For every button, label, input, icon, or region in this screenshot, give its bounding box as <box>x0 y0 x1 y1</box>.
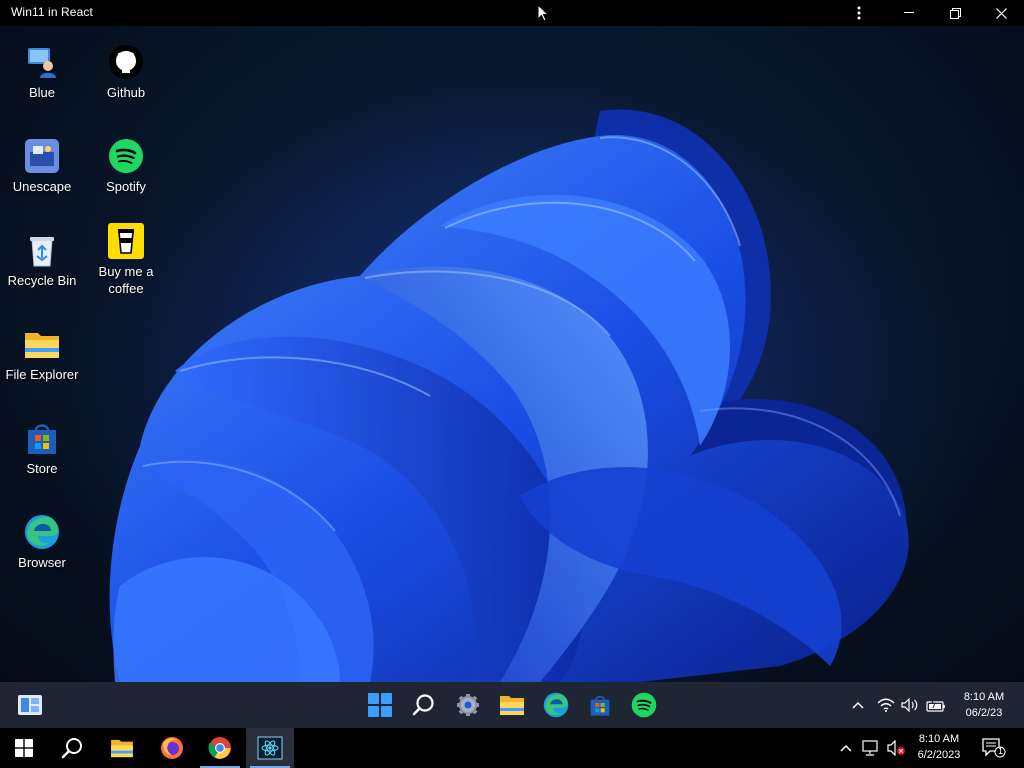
spotify-icon <box>631 692 657 718</box>
desktop-icon-label: File Explorer <box>5 367 79 382</box>
store-icon <box>590 695 610 716</box>
w10-react-app-button[interactable] <box>246 728 294 768</box>
more-options-icon[interactable] <box>836 0 882 26</box>
app-title-bar: Win11 in React <box>0 0 1024 26</box>
desktop-icon-label: Browser <box>18 555 66 570</box>
w10-time: 8:10 AM <box>918 733 960 745</box>
store-icon <box>28 424 56 454</box>
wifi-icon <box>877 698 895 712</box>
desktop-icon-label: Buy me a <box>98 264 154 279</box>
w11-volume-button[interactable] <box>898 691 922 719</box>
w10-date: 6/2/2023 <box>917 749 961 761</box>
chevron-up-icon <box>840 744 852 752</box>
w11-search-button[interactable] <box>410 691 438 719</box>
w10-notifications-button[interactable]: 1 <box>972 728 1016 768</box>
search-icon <box>412 694 434 716</box>
mouse-cursor-icon <box>537 4 549 22</box>
volume-icon <box>901 698 918 712</box>
minimize-button[interactable] <box>886 0 932 26</box>
desktop-icon-spotify[interactable]: Spotify <box>84 138 168 195</box>
w11-store-button[interactable] <box>586 691 614 719</box>
w10-clock[interactable]: 8:10 AM 6/2/2023 <box>910 731 968 763</box>
react-app-icon <box>257 736 283 760</box>
w11-tray-overflow-button[interactable] <box>846 691 870 719</box>
volume-muted-icon <box>887 740 905 756</box>
desktop-icon-label-line2: coffee <box>108 281 144 296</box>
w11-time: 8:10 AM <box>963 691 1005 703</box>
widgets-button[interactable] <box>16 691 44 719</box>
desktop-icon-blue[interactable]: Blue <box>0 44 84 101</box>
chrome-icon <box>208 737 231 759</box>
start-icon <box>368 693 392 717</box>
recycle-bin-icon <box>30 237 54 267</box>
blue-user-icon <box>28 48 56 78</box>
w10-network-button[interactable] <box>858 728 884 768</box>
w11-spotify-button[interactable] <box>630 691 658 719</box>
widgets-icon <box>18 695 42 715</box>
w11-settings-button[interactable] <box>454 691 482 719</box>
folder-icon <box>25 333 59 358</box>
w10-search-button[interactable] <box>48 728 96 768</box>
w11-clock[interactable]: 8:10 AM 06/2/23 <box>956 689 1012 721</box>
w10-tray-overflow-button[interactable] <box>834 728 858 768</box>
github-icon <box>109 45 143 79</box>
search-icon <box>61 738 82 759</box>
edge-icon <box>25 515 59 549</box>
desktop-icon-github[interactable]: Github <box>84 44 168 101</box>
window-title: Win11 in React <box>11 5 93 19</box>
desktop-icon-label: Github <box>106 85 146 100</box>
w10-file-explorer-button[interactable] <box>98 728 146 768</box>
desktop-icon-store[interactable]: Store <box>0 420 84 477</box>
w11-battery-button[interactable] <box>922 691 950 719</box>
desktop-icon-file-explorer[interactable]: File Explorer <box>0 326 84 383</box>
w10-taskbar: 8:10 AM 6/2/2023 1 <box>0 728 1024 768</box>
settings-icon <box>457 694 479 716</box>
desktop-icon-label: Blue <box>28 85 56 100</box>
unescape-icon <box>25 139 59 173</box>
w11-taskbar: 8:10 AM 06/2/23 <box>0 682 1024 728</box>
coffee-icon <box>108 223 144 259</box>
bloom-wallpaper <box>60 86 980 682</box>
firefox-icon <box>161 737 183 759</box>
windows-start-icon <box>15 739 33 757</box>
file-explorer-icon <box>111 739 133 758</box>
desktop[interactable]: Blue Github Unescape Spotify Recycle Bin… <box>0 26 1024 682</box>
desktop-icon-browser[interactable]: Browser <box>0 514 84 571</box>
w10-volume-button[interactable] <box>884 728 910 768</box>
close-button[interactable] <box>978 0 1024 26</box>
network-icon <box>862 740 878 756</box>
desktop-icon-recycle-bin[interactable]: Recycle Bin <box>0 232 84 289</box>
w11-file-explorer-button[interactable] <box>498 691 526 719</box>
w11-start-button[interactable] <box>366 691 394 719</box>
desktop-icon-label: Unescape <box>12 179 72 194</box>
battery-icon <box>926 698 945 712</box>
spotify-icon <box>109 139 143 173</box>
w11-wifi-button[interactable] <box>874 691 898 719</box>
desktop-icon-label: Recycle Bin <box>7 273 77 288</box>
w11-edge-button[interactable] <box>542 691 570 719</box>
w10-start-button[interactable] <box>0 728 48 768</box>
desktop-icon-label: Spotify <box>106 179 146 194</box>
chevron-up-icon <box>852 701 864 709</box>
desktop-icon-label: Store <box>26 461 58 476</box>
w10-firefox-button[interactable] <box>148 728 196 768</box>
edge-icon <box>543 692 569 718</box>
desktop-icon-buy-me-a-coffee[interactable]: Buy me a coffee <box>84 223 168 297</box>
file-explorer-icon <box>500 696 524 715</box>
restore-button[interactable] <box>932 0 978 26</box>
w11-date: 06/2/23 <box>965 707 1003 719</box>
w10-chrome-button[interactable] <box>196 728 244 768</box>
desktop-icon-unescape[interactable]: Unescape <box>0 138 84 195</box>
notification-count-badge: 1 <box>998 746 1004 756</box>
